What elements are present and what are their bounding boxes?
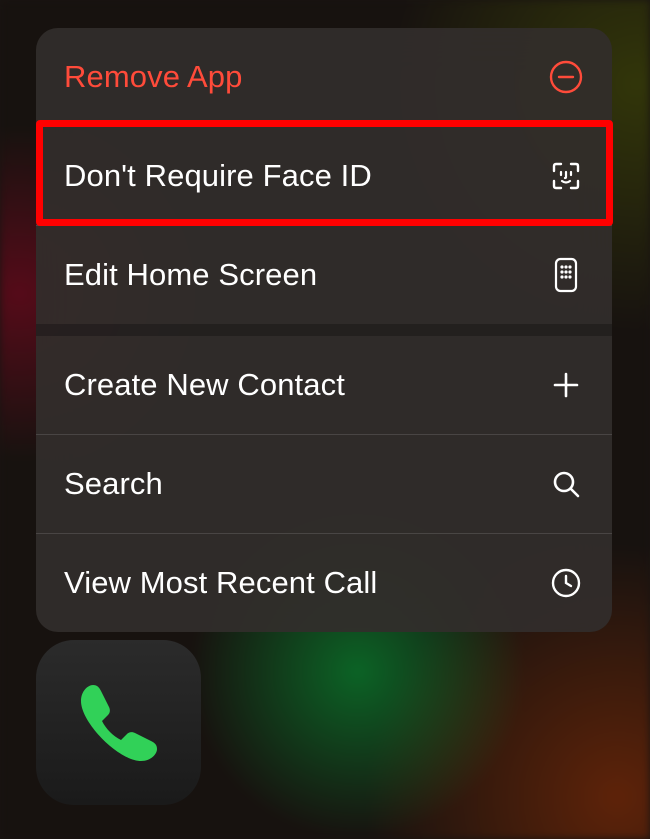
phone-app-icon[interactable] xyxy=(36,640,201,805)
create-new-contact-item[interactable]: Create New Contact xyxy=(36,336,612,434)
plus-icon xyxy=(548,367,584,403)
create-contact-label: Create New Contact xyxy=(64,367,345,403)
search-item[interactable]: Search xyxy=(36,435,612,533)
phone-icon xyxy=(69,673,169,773)
edit-home-screen-item[interactable]: Edit Home Screen xyxy=(36,226,612,324)
remove-circle-icon xyxy=(548,59,584,95)
clock-icon xyxy=(548,565,584,601)
search-icon xyxy=(548,466,584,502)
recent-call-label: View Most Recent Call xyxy=(64,565,377,601)
faceid-icon xyxy=(548,158,584,194)
edit-home-label: Edit Home Screen xyxy=(64,257,317,293)
faceid-label: Don't Require Face ID xyxy=(64,158,372,194)
section-divider xyxy=(36,324,612,336)
view-most-recent-call-item[interactable]: View Most Recent Call xyxy=(36,534,612,632)
search-label: Search xyxy=(64,466,163,502)
remove-app-label: Remove App xyxy=(64,59,243,95)
context-menu: Remove App Don't Require Face ID xyxy=(36,28,612,632)
remove-app-item[interactable]: Remove App xyxy=(36,28,612,126)
apps-phone-icon xyxy=(548,257,584,293)
dont-require-faceid-item[interactable]: Don't Require Face ID xyxy=(36,127,612,225)
